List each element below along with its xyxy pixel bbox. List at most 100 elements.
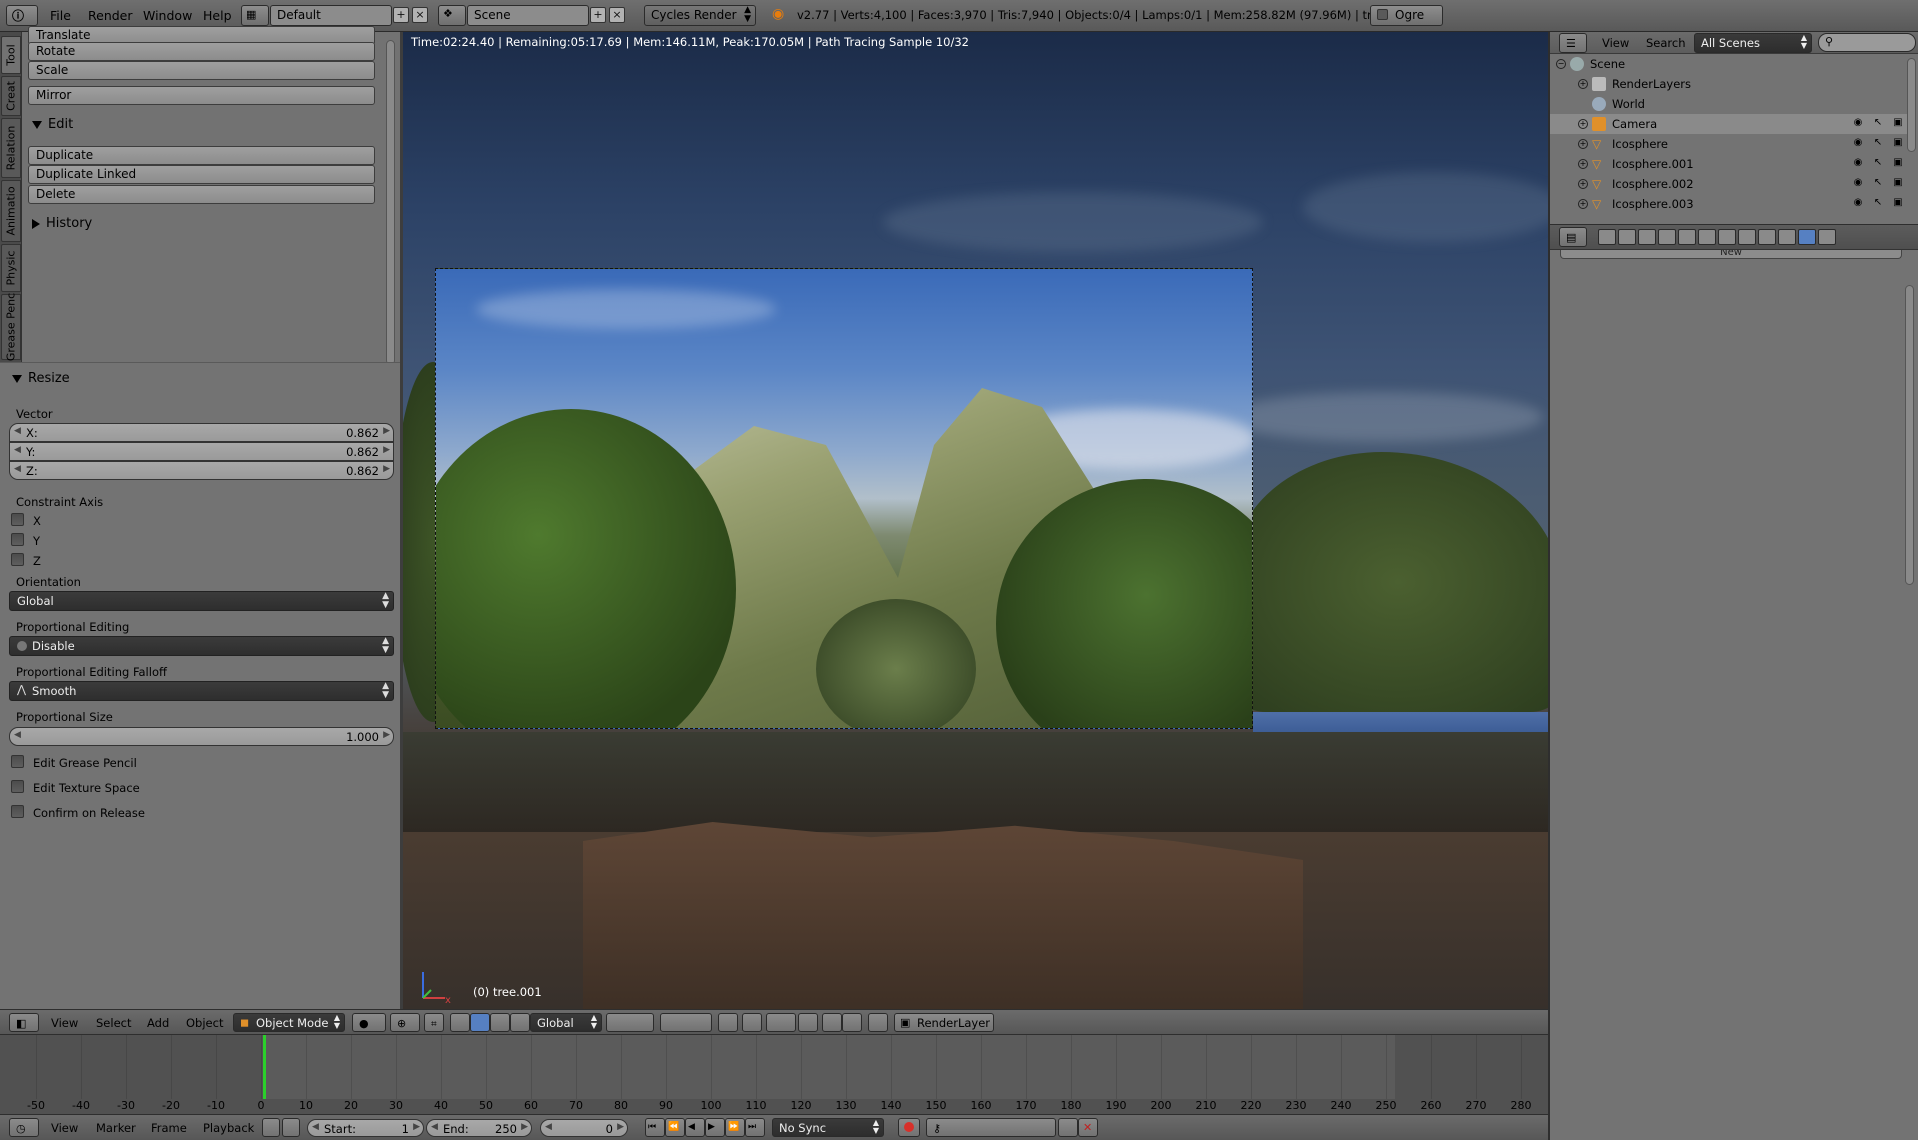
outliner-editor-type[interactable]: ☰: [1559, 33, 1587, 53]
scale-button[interactable]: Scale: [28, 61, 375, 80]
start-frame-field[interactable]: ◀ Start: 1 ▶: [307, 1119, 424, 1137]
view3d-menu-add[interactable]: Add: [147, 1016, 169, 1030]
outliner-search-input[interactable]: ⚲: [1818, 33, 1916, 52]
rotate-button[interactable]: Rotate: [28, 42, 375, 61]
edit-grease-pencil-checkbox[interactable]: [11, 755, 24, 768]
expand-icon[interactable]: +: [1578, 139, 1588, 149]
proportional-edit-icon[interactable]: [742, 1013, 762, 1032]
cursor-select-icon[interactable]: ↖: [1872, 137, 1884, 149]
cursor-select-icon[interactable]: ↖: [1872, 197, 1884, 209]
snap-toggle-icon[interactable]: [766, 1013, 796, 1032]
eye-icon[interactable]: ◉: [1852, 117, 1864, 129]
object-tab-icon[interactable]: [1678, 229, 1696, 245]
decrement-arrow-icon[interactable]: ◀: [431, 1122, 438, 1132]
cursor-select-icon[interactable]: ↖: [1872, 157, 1884, 169]
3d-viewport[interactable]: Time:02:24.40 | Remaining:05:17.69 | Mem…: [403, 32, 1548, 1009]
ogre-checkbox[interactable]: [1377, 9, 1388, 20]
pause-render-icon[interactable]: [868, 1013, 888, 1032]
outliner-row-scene[interactable]: − Scene: [1550, 54, 1910, 74]
collapse-icon[interactable]: −: [1556, 59, 1566, 69]
sync-mode-select[interactable]: No Sync ▲ ▼: [772, 1118, 884, 1137]
decrement-arrow-icon[interactable]: ◀: [14, 464, 21, 474]
constraint-z-checkbox[interactable]: [11, 553, 24, 566]
orientation-select[interactable]: Global ▲ ▼: [9, 591, 394, 611]
jump-end-icon[interactable]: ⏭: [745, 1118, 765, 1137]
editor-type-button[interactable]: ⓘ: [6, 5, 38, 26]
keying-set-field[interactable]: ⚷: [926, 1118, 1056, 1137]
data-tab-icon[interactable]: [1738, 229, 1756, 245]
outliner-row-world[interactable]: World: [1550, 94, 1910, 114]
expand-icon[interactable]: +: [1578, 179, 1588, 189]
view3d-editor-type[interactable]: ◧: [9, 1013, 39, 1032]
physics-tab-icon[interactable]: [1818, 229, 1836, 245]
timeline-editor-type[interactable]: ◷: [9, 1118, 39, 1137]
decrement-arrow-icon[interactable]: ◀: [545, 1122, 552, 1132]
increment-arrow-icon[interactable]: ▶: [383, 445, 390, 455]
layout-name-field[interactable]: Default: [270, 5, 392, 26]
increment-arrow-icon[interactable]: ▶: [617, 1122, 624, 1132]
outliner-row-icosphere-003[interactable]: + ▽ Icosphere.003 ◉ ↖ ▣: [1550, 194, 1910, 214]
cursor-select-icon[interactable]: ↖: [1872, 177, 1884, 189]
lock-layer-icon[interactable]: [718, 1013, 738, 1032]
end-frame-field[interactable]: ◀ End: 250 ▶: [426, 1119, 532, 1137]
current-frame-cursor[interactable]: [263, 1035, 266, 1099]
insert-keyframe-icon[interactable]: [1058, 1118, 1078, 1137]
history-panel-header[interactable]: History: [32, 216, 92, 231]
scene-browse-button[interactable]: ❖: [438, 5, 466, 26]
world-tab-icon[interactable]: [1658, 229, 1676, 245]
play-reverse-icon[interactable]: ◀: [685, 1118, 705, 1137]
view3d-menu-select[interactable]: Select: [96, 1016, 131, 1030]
decrement-arrow-icon[interactable]: ◀: [14, 730, 21, 740]
outliner-row-icosphere[interactable]: + ▽ Icosphere ◉ ↖ ▣: [1550, 134, 1910, 154]
cursor-select-icon[interactable]: ↖: [1872, 117, 1884, 129]
render-tab-icon[interactable]: [1598, 229, 1616, 245]
pivot-point-select[interactable]: ⊕: [390, 1013, 420, 1032]
delete-keyframe-icon[interactable]: ✕: [1078, 1118, 1098, 1137]
tab-animation[interactable]: Animatio: [1, 180, 21, 242]
layer-buttons-right[interactable]: [660, 1013, 712, 1032]
layer-buttons-left[interactable]: [606, 1013, 654, 1032]
auto-keying-toggle[interactable]: [898, 1118, 920, 1137]
lock-frames-icon[interactable]: [282, 1118, 300, 1137]
menu-window[interactable]: Window: [143, 8, 192, 23]
outliner-row-icosphere-002[interactable]: + ▽ Icosphere.002 ◉ ↖ ▣: [1550, 174, 1910, 194]
material-tab-icon[interactable]: [1758, 229, 1776, 245]
tab-grease-pencil[interactable]: Grease Penc: [1, 293, 21, 361]
increment-arrow-icon[interactable]: ▶: [413, 1122, 420, 1132]
opengl-anim-icon[interactable]: [842, 1013, 862, 1032]
decrement-arrow-icon[interactable]: ◀: [312, 1122, 319, 1132]
jump-start-icon[interactable]: ⏮: [645, 1118, 665, 1137]
preview-range-icon[interactable]: [262, 1118, 280, 1137]
particles-tab-icon[interactable]: [1798, 229, 1816, 245]
timeline-menu-marker[interactable]: Marker: [96, 1121, 136, 1135]
add-layout-icon[interactable]: +: [393, 7, 409, 23]
falloff-select[interactable]: ⋀ Smooth ▲ ▼: [9, 681, 394, 701]
outliner-row-icosphere-001[interactable]: + ▽ Icosphere.001 ◉ ↖ ▣: [1550, 154, 1910, 174]
new-button[interactable]: New: [1560, 250, 1902, 259]
timeline[interactable]: -50 -40 -30 -20 -10 0 10 20 30 40 50 60 70 80 90 100 110…: [0, 1034, 1548, 1114]
current-frame-field[interactable]: ◀ 0 ▶: [540, 1119, 628, 1137]
outliner-filter-select[interactable]: All Scenes ▲ ▼: [1694, 33, 1812, 53]
expand-icon[interactable]: +: [1578, 79, 1588, 89]
translate-manipulator-icon[interactable]: [450, 1013, 470, 1032]
render-camera-icon[interactable]: ▣: [1892, 177, 1904, 189]
menu-render[interactable]: Render: [88, 8, 133, 23]
duplicate-linked-button[interactable]: Duplicate Linked: [28, 165, 375, 184]
render-camera-icon[interactable]: ▣: [1892, 137, 1904, 149]
outliner-row-renderlayers[interactable]: + RenderLayers: [1550, 74, 1910, 94]
render-camera-icon[interactable]: ▣: [1892, 117, 1904, 129]
properties-scrollbar[interactable]: [1905, 285, 1914, 585]
jump-keyframe-forward-icon[interactable]: ⏩: [725, 1118, 745, 1137]
scale-manipulator-icon[interactable]: [490, 1013, 510, 1032]
constraints-tab-icon[interactable]: [1698, 229, 1716, 245]
increment-arrow-icon[interactable]: ▶: [383, 730, 390, 740]
tool-shelf-scrollbar[interactable]: [386, 40, 395, 365]
increment-arrow-icon[interactable]: ▶: [521, 1122, 528, 1132]
snap-element-icon[interactable]: [798, 1013, 818, 1032]
eye-icon[interactable]: ◉: [1852, 137, 1864, 149]
vector-y-field[interactable]: ◀ Y: 0.862 ▶: [9, 442, 394, 461]
outliner-menu-search[interactable]: Search: [1646, 36, 1686, 50]
rotate-manipulator-icon[interactable]: [470, 1013, 490, 1032]
tab-create[interactable]: Creat: [1, 76, 21, 116]
vector-x-field[interactable]: ◀ X: 0.862 ▶: [9, 423, 394, 442]
